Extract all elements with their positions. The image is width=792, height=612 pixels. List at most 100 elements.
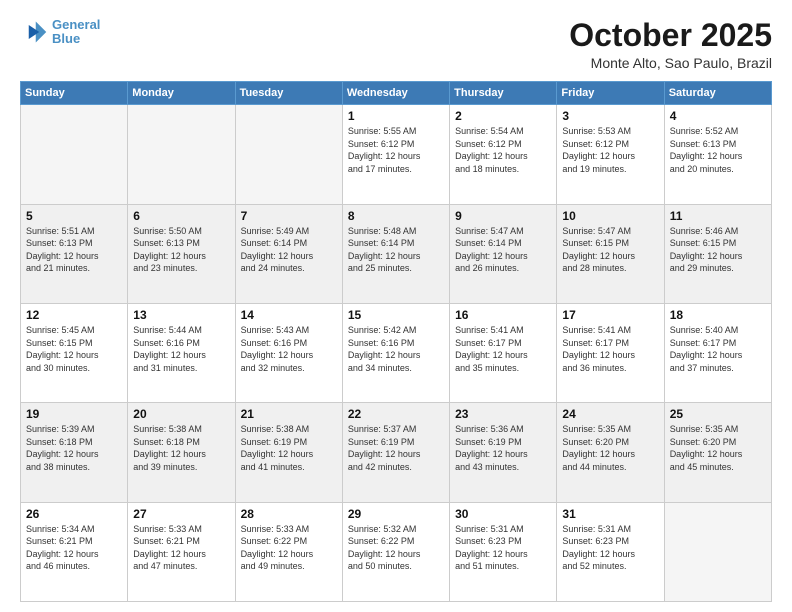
day-number: 22 (348, 407, 444, 421)
calendar-cell: 31 Sunrise: 5:31 AM Sunset: 6:23 PM Dayli… (557, 502, 664, 601)
weekday-header-wednesday: Wednesday (342, 82, 449, 105)
calendar-table: SundayMondayTuesdayWednesdayThursdayFrid… (20, 81, 772, 602)
calendar-cell: 4Sunrise: 5:52 AM Sunset: 6:13 PM Daylig… (664, 105, 771, 204)
day-number: 29 (348, 507, 444, 521)
day-number: 9 (455, 209, 551, 223)
calendar-cell: 12 Sunrise: 5:45 AM Sunset: 6:15 PM Dayli… (21, 303, 128, 402)
calendar-cell: 25Sunrise: 5:35 AM Sunset: 6:20 PM Dayli… (664, 403, 771, 502)
day-number: 7 (241, 209, 337, 223)
day-info: Sunrise: 5:44 AM Sunset: 6:16 PM Dayligh… (133, 324, 229, 374)
calendar-cell: 22 Sunrise: 5:37 AM Sunset: 6:19 PM Dayli… (342, 403, 449, 502)
weekday-header-thursday: Thursday (450, 82, 557, 105)
day-number: 5 (26, 209, 122, 223)
calendar-cell: 27Sunrise: 5:33 AM Sunset: 6:21 PM Dayli… (128, 502, 235, 601)
day-number: 6 (133, 209, 229, 223)
day-info: Sunrise: 5:47 AM Sunset: 6:15 PM Dayligh… (562, 225, 658, 275)
day-info: Sunrise: 5:45 AM Sunset: 6:15 PM Dayligh… (26, 324, 122, 374)
day-info: Sunrise: 5:38 AM Sunset: 6:19 PM Dayligh… (241, 423, 337, 473)
calendar-cell: 14Sunrise: 5:43 AM Sunset: 6:16 PM Dayli… (235, 303, 342, 402)
calendar-cell: 1Sunrise: 5:55 AM Sunset: 6:12 PM Daylig… (342, 105, 449, 204)
day-info: Sunrise: 5:33 AM Sunset: 6:22 PM Dayligh… (241, 523, 337, 573)
calendar-cell (21, 105, 128, 204)
day-number: 24 (562, 407, 658, 421)
location-subtitle: Monte Alto, Sao Paulo, Brazil (569, 55, 772, 71)
calendar-cell: 20Sunrise: 5:38 AM Sunset: 6:18 PM Dayli… (128, 403, 235, 502)
day-info: Sunrise: 5:46 AM Sunset: 6:15 PM Dayligh… (670, 225, 766, 275)
day-info: Sunrise: 5:31 AM Sunset: 6:23 PM Dayligh… (562, 523, 658, 573)
day-number: 16 (455, 308, 551, 322)
day-info: Sunrise: 5:32 AM Sunset: 6:22 PM Dayligh… (348, 523, 444, 573)
day-number: 28 (241, 507, 337, 521)
day-number: 19 (26, 407, 122, 421)
month-title: October 2025 (569, 18, 772, 53)
day-number: 26 (26, 507, 122, 521)
calendar-cell: 9 Sunrise: 5:47 AM Sunset: 6:14 PM Daylig… (450, 204, 557, 303)
day-number: 30 (455, 507, 551, 521)
day-info: Sunrise: 5:43 AM Sunset: 6:16 PM Dayligh… (241, 324, 337, 374)
logo-text: General Blue (52, 18, 100, 47)
day-info: Sunrise: 5:42 AM Sunset: 6:16 PM Dayligh… (348, 324, 444, 374)
header: General Blue October 2025 Monte Alto, Sa… (20, 18, 772, 71)
logo: General Blue (20, 18, 100, 47)
day-info: Sunrise: 5:34 AM Sunset: 6:21 PM Dayligh… (26, 523, 122, 573)
calendar-cell: 5Sunrise: 5:51 AM Sunset: 6:13 PM Daylig… (21, 204, 128, 303)
day-info: Sunrise: 5:35 AM Sunset: 6:20 PM Dayligh… (562, 423, 658, 473)
day-info: Sunrise: 5:36 AM Sunset: 6:19 PM Dayligh… (455, 423, 551, 473)
calendar-cell: 16 Sunrise: 5:41 AM Sunset: 6:17 PM Dayli… (450, 303, 557, 402)
calendar-cell: 2Sunrise: 5:54 AM Sunset: 6:12 PM Daylig… (450, 105, 557, 204)
calendar-cell: 24 Sunrise: 5:35 AM Sunset: 6:20 PM Dayli… (557, 403, 664, 502)
day-number: 31 (562, 507, 658, 521)
day-info: Sunrise: 5:33 AM Sunset: 6:21 PM Dayligh… (133, 523, 229, 573)
day-number: 11 (670, 209, 766, 223)
day-number: 10 (562, 209, 658, 223)
day-number: 8 (348, 209, 444, 223)
calendar-cell: 26 Sunrise: 5:34 AM Sunset: 6:21 PM Dayli… (21, 502, 128, 601)
calendar-cell: 6 Sunrise: 5:50 AM Sunset: 6:13 PM Daylig… (128, 204, 235, 303)
logo-line1: General (52, 17, 100, 32)
logo-line2: Blue (52, 31, 80, 46)
calendar-cell: 17 Sunrise: 5:41 AM Sunset: 6:17 PM Dayli… (557, 303, 664, 402)
calendar-cell: 7 Sunrise: 5:49 AM Sunset: 6:14 PM Daylig… (235, 204, 342, 303)
day-number: 13 (133, 308, 229, 322)
calendar-cell: 10 Sunrise: 5:47 AM Sunset: 6:15 PM Dayli… (557, 204, 664, 303)
calendar-cell (235, 105, 342, 204)
day-info: Sunrise: 5:39 AM Sunset: 6:18 PM Dayligh… (26, 423, 122, 473)
page: General Blue October 2025 Monte Alto, Sa… (0, 0, 792, 612)
day-info: Sunrise: 5:50 AM Sunset: 6:13 PM Dayligh… (133, 225, 229, 275)
weekday-header-saturday: Saturday (664, 82, 771, 105)
day-info: Sunrise: 5:37 AM Sunset: 6:19 PM Dayligh… (348, 423, 444, 473)
day-info: Sunrise: 5:41 AM Sunset: 6:17 PM Dayligh… (562, 324, 658, 374)
calendar-cell: 13 Sunrise: 5:44 AM Sunset: 6:16 PM Dayli… (128, 303, 235, 402)
day-number: 18 (670, 308, 766, 322)
calendar-week-row: 5Sunrise: 5:51 AM Sunset: 6:13 PM Daylig… (21, 204, 772, 303)
weekday-header-row: SundayMondayTuesdayWednesdayThursdayFrid… (21, 82, 772, 105)
day-number: 12 (26, 308, 122, 322)
calendar-cell: 21Sunrise: 5:38 AM Sunset: 6:19 PM Dayli… (235, 403, 342, 502)
calendar-week-row: 26 Sunrise: 5:34 AM Sunset: 6:21 PM Dayli… (21, 502, 772, 601)
day-number: 2 (455, 109, 551, 123)
day-number: 17 (562, 308, 658, 322)
day-info: Sunrise: 5:49 AM Sunset: 6:14 PM Dayligh… (241, 225, 337, 275)
calendar-cell: 8 Sunrise: 5:48 AM Sunset: 6:14 PM Daylig… (342, 204, 449, 303)
calendar-cell: 3Sunrise: 5:53 AM Sunset: 6:12 PM Daylig… (557, 105, 664, 204)
day-info: Sunrise: 5:48 AM Sunset: 6:14 PM Dayligh… (348, 225, 444, 275)
calendar-cell: 23Sunrise: 5:36 AM Sunset: 6:19 PM Dayli… (450, 403, 557, 502)
day-info: Sunrise: 5:40 AM Sunset: 6:17 PM Dayligh… (670, 324, 766, 374)
day-info: Sunrise: 5:35 AM Sunset: 6:20 PM Dayligh… (670, 423, 766, 473)
day-info: Sunrise: 5:47 AM Sunset: 6:14 PM Dayligh… (455, 225, 551, 275)
day-number: 15 (348, 308, 444, 322)
day-info: Sunrise: 5:53 AM Sunset: 6:12 PM Dayligh… (562, 125, 658, 175)
calendar-cell: 15 Sunrise: 5:42 AM Sunset: 6:16 PM Dayli… (342, 303, 449, 402)
day-number: 20 (133, 407, 229, 421)
calendar-cell: 28 Sunrise: 5:33 AM Sunset: 6:22 PM Dayli… (235, 502, 342, 601)
weekday-header-monday: Monday (128, 82, 235, 105)
day-info: Sunrise: 5:41 AM Sunset: 6:17 PM Dayligh… (455, 324, 551, 374)
calendar-cell: 11 Sunrise: 5:46 AM Sunset: 6:15 PM Dayli… (664, 204, 771, 303)
title-block: October 2025 Monte Alto, Sao Paulo, Braz… (569, 18, 772, 71)
calendar-cell: 29 Sunrise: 5:32 AM Sunset: 6:22 PM Dayli… (342, 502, 449, 601)
calendar-cell: 18 Sunrise: 5:40 AM Sunset: 6:17 PM Dayli… (664, 303, 771, 402)
calendar-week-row: 19 Sunrise: 5:39 AM Sunset: 6:18 PM Dayli… (21, 403, 772, 502)
calendar-cell (128, 105, 235, 204)
day-info: Sunrise: 5:31 AM Sunset: 6:23 PM Dayligh… (455, 523, 551, 573)
day-info: Sunrise: 5:55 AM Sunset: 6:12 PM Dayligh… (348, 125, 444, 175)
